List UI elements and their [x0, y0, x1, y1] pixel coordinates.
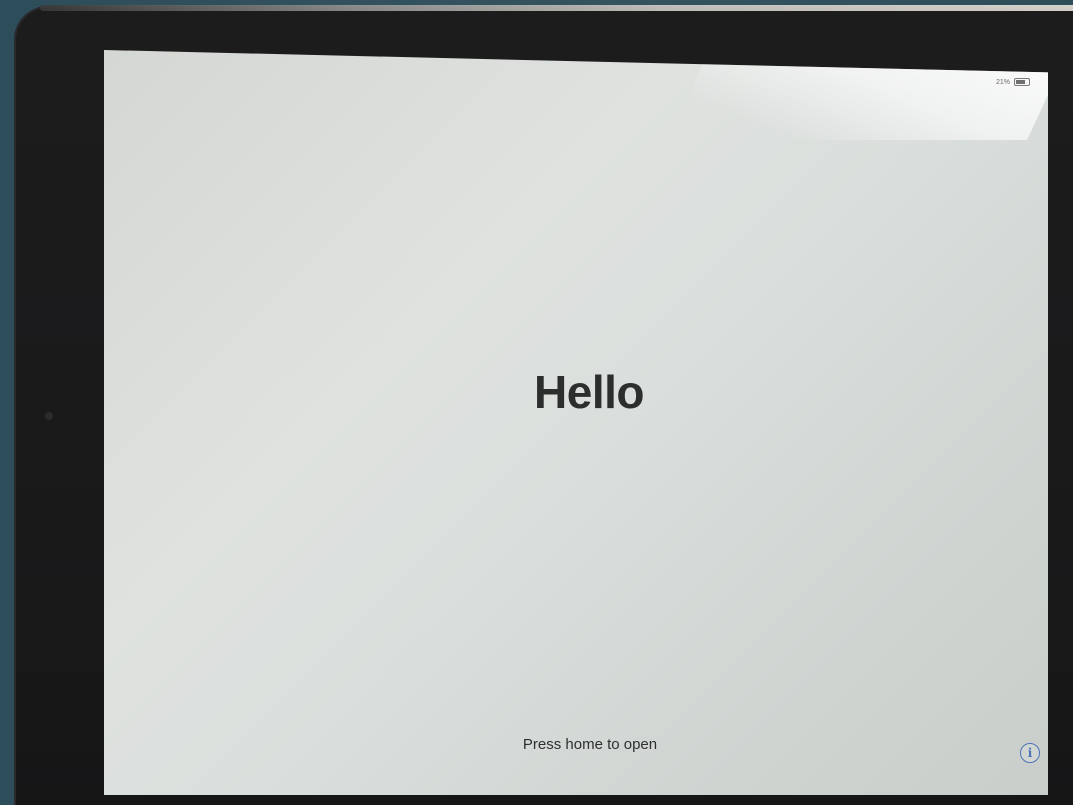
press-home-hint: Press home to open: [522, 736, 658, 753]
front-camera: [45, 412, 53, 420]
photo-scene: 21% Hello Press home to open i: [0, 0, 1073, 805]
hello-greeting: Hello: [534, 366, 644, 418]
battery-icon: [1014, 78, 1030, 86]
device-top-edge: [40, 5, 1073, 11]
lock-screen[interactable]: 21% Hello Press home to open i: [104, 50, 1048, 795]
status-bar: 21%: [996, 78, 1030, 86]
info-icon[interactable]: i: [1020, 743, 1040, 763]
battery-percent: 21%: [995, 78, 1010, 86]
